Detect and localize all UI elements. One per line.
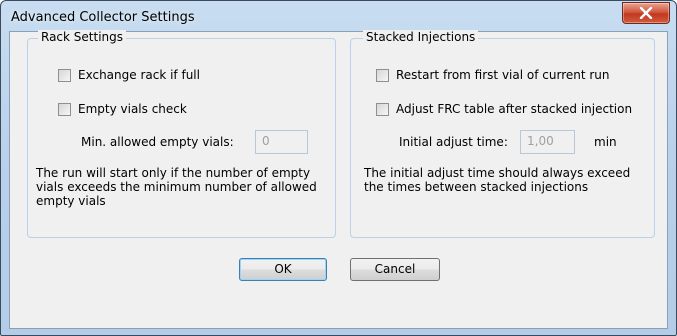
cancel-button[interactable]: Cancel <box>350 258 440 281</box>
empty-vials-check-option[interactable]: Empty vials check <box>58 102 187 116</box>
adjust-frc-checkbox[interactable] <box>376 102 389 116</box>
close-icon <box>639 7 653 19</box>
min-empty-vials-label: Min. allowed empty vials: <box>81 135 234 149</box>
initial-adjust-time-unit: min <box>594 135 617 149</box>
stacked-injections-legend: Stacked Injections <box>363 30 479 44</box>
adjust-frc-label: Adjust FRC table after stacked injection <box>396 102 633 116</box>
empty-vials-check-checkbox[interactable] <box>58 102 71 116</box>
initial-adjust-time-input[interactable]: 1,00 <box>520 130 575 154</box>
restart-first-vial-label: Restart from first vial of current run <box>396 68 610 82</box>
close-button[interactable] <box>622 2 670 24</box>
window-title: Advanced Collector Settings <box>11 10 195 25</box>
empty-vials-check-label: Empty vials check <box>78 102 187 116</box>
rack-settings-group: Rack Settings Exchange rack if full Empt… <box>27 30 336 238</box>
exchange-rack-option[interactable]: Exchange rack if full <box>58 68 200 82</box>
rack-settings-legend: Rack Settings <box>38 30 127 44</box>
restart-first-vial-checkbox[interactable] <box>376 68 389 82</box>
adjust-frc-option[interactable]: Adjust FRC table after stacked injection <box>376 102 632 116</box>
stacked-injections-group: Stacked Injections Restart from first vi… <box>350 30 655 238</box>
ok-button[interactable]: OK <box>239 258 327 281</box>
exchange-rack-checkbox[interactable] <box>58 68 71 82</box>
exchange-rack-label: Exchange rack if full <box>78 68 200 82</box>
initial-adjust-time-label: Initial adjust time: <box>399 135 508 149</box>
stacked-injections-note: The initial adjust time should always ex… <box>364 166 631 194</box>
restart-first-vial-option[interactable]: Restart from first vial of current run <box>376 68 610 82</box>
title-bar[interactable]: Advanced Collector Settings <box>1 1 676 31</box>
rack-settings-note: The run will start only if the number of… <box>36 166 317 208</box>
min-empty-vials-input[interactable]: 0 <box>255 130 308 154</box>
